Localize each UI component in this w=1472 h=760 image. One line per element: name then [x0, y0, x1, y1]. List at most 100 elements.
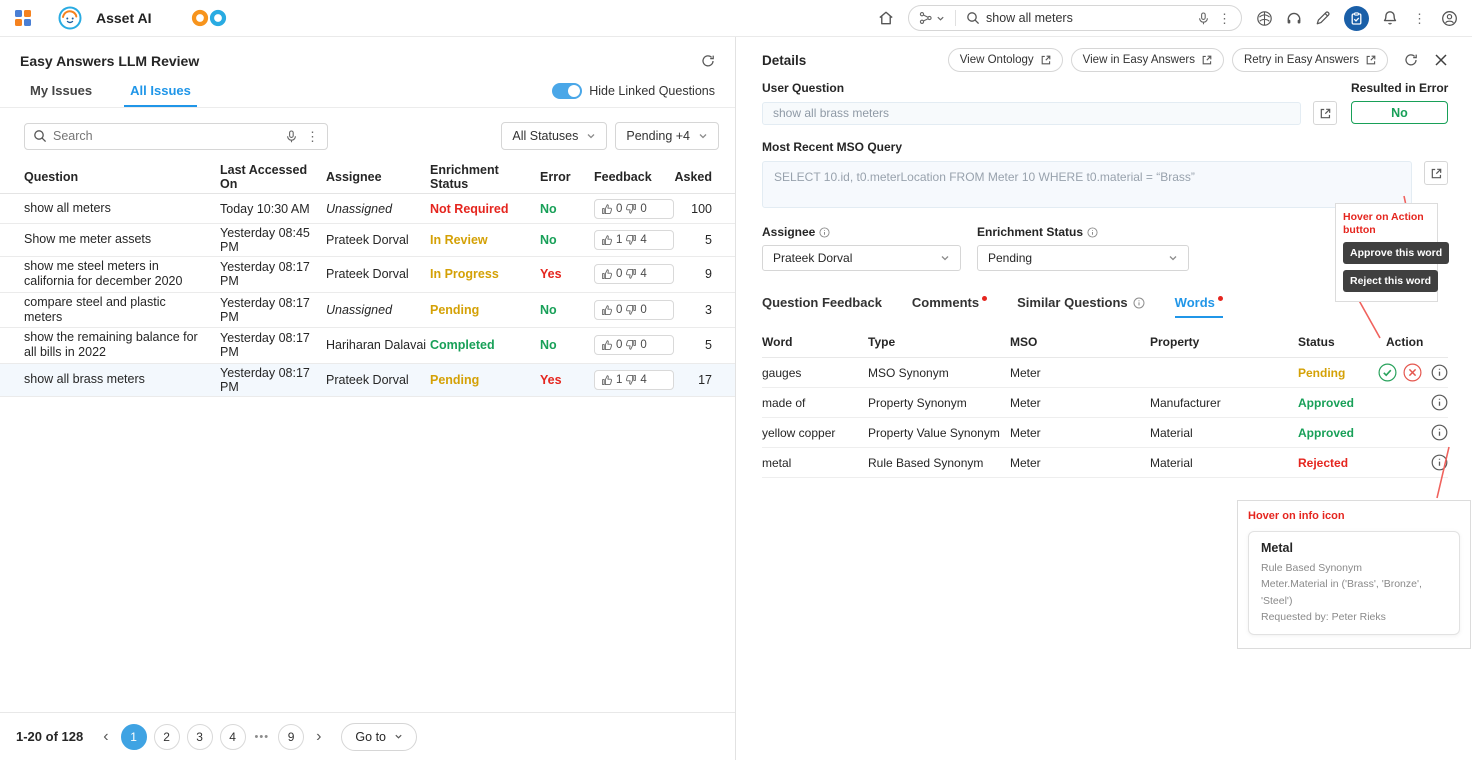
feedback-widget[interactable]: 0 0 — [594, 335, 674, 355]
refresh-icon[interactable] — [701, 54, 715, 68]
status-filter-dropdown[interactable]: All Statuses — [501, 122, 607, 150]
reject-word-button[interactable] — [1403, 363, 1422, 382]
view-in-easy-answers-label: View in Easy Answers — [1083, 54, 1195, 66]
view-in-easy-answers-button[interactable]: View in Easy Answers — [1071, 48, 1224, 72]
info-hover-annotation: Hover on info icon Metal Rule Based Syno… — [1237, 500, 1471, 649]
view-ontology-label: View Ontology — [960, 54, 1034, 66]
table-header: Question Last Accessed On Assignee Enric… — [0, 160, 735, 194]
row-asked: 5 — [674, 338, 718, 352]
col-feedback: Feedback — [594, 170, 674, 184]
tab-question-feedback[interactable]: Question Feedback — [762, 295, 882, 318]
enrichment-status-value: Pending — [988, 251, 1032, 265]
feedback-widget[interactable]: 1 4 — [594, 230, 674, 250]
thumb-up-icon — [601, 304, 613, 316]
tab-my-issues[interactable]: My Issues — [30, 83, 92, 107]
row-enrichment-status: In Progress — [430, 267, 540, 281]
mso-query-label: Most Recent MSO Query — [762, 140, 1448, 154]
row-error: No — [540, 338, 594, 352]
search-icon — [33, 129, 47, 143]
row-question: Show me meter assets — [24, 232, 220, 247]
table-row[interactable]: show the remaining balance for all bills… — [0, 328, 735, 364]
table-row[interactable]: show me steel meters in california for d… — [0, 257, 735, 293]
tab-comments[interactable]: Comments — [912, 295, 987, 318]
col-last-accessed: Last Accessed On — [220, 163, 326, 191]
page-button-3[interactable]: 3 — [187, 724, 213, 750]
home-icon[interactable] — [878, 10, 894, 26]
enrichment-status-select[interactable]: Pending — [977, 245, 1189, 271]
table-row[interactable]: Show me meter assets Yesterday 08:45 PM … — [0, 224, 735, 257]
table-row-selected[interactable]: show all brass meters Yesterday 08:17 PM… — [0, 364, 735, 397]
tab-similar-questions[interactable]: Similar Questions — [1017, 295, 1145, 318]
pagination-ellipsis[interactable]: ••• — [253, 731, 272, 743]
assignee-select[interactable]: Prateek Dorval — [762, 245, 961, 271]
app-title: Asset AI — [96, 10, 152, 26]
info-icon — [819, 227, 830, 238]
pending-filter-dropdown[interactable]: Pending +4 — [615, 122, 719, 150]
mic-icon[interactable] — [285, 130, 298, 143]
info-icon[interactable] — [1431, 394, 1448, 411]
table-search[interactable]: ⋮ — [24, 123, 328, 150]
mso-cell: Meter — [1010, 456, 1150, 470]
status-cell: Rejected — [1298, 456, 1378, 470]
account-icon[interactable] — [1441, 10, 1458, 27]
page-button-4[interactable]: 4 — [220, 724, 246, 750]
assignee-label: Assignee — [762, 225, 815, 239]
mic-icon[interactable] — [1197, 12, 1210, 25]
close-icon[interactable] — [1434, 53, 1448, 67]
approve-this-word-button[interactable]: Approve this word — [1343, 242, 1449, 264]
brain-icon[interactable] — [1256, 10, 1273, 27]
details-refresh-icon[interactable] — [1402, 51, 1420, 69]
chevron-down-icon — [1168, 253, 1178, 263]
headset-icon[interactable] — [1286, 10, 1302, 26]
feedback-widget[interactable]: 0 4 — [594, 264, 674, 284]
search-scope-icon[interactable] — [919, 11, 945, 25]
view-ontology-button[interactable]: View Ontology — [948, 48, 1063, 72]
row-enrichment-status: Not Required — [430, 202, 540, 216]
clipboard-badge-button[interactable] — [1344, 6, 1369, 31]
prev-page-button[interactable]: ‹ — [98, 728, 113, 746]
page-button-1[interactable]: 1 — [121, 724, 147, 750]
next-page-button[interactable]: › — [311, 728, 326, 746]
info-icon[interactable] — [1431, 364, 1448, 381]
row-asked: 9 — [674, 267, 718, 281]
table-search-input[interactable] — [53, 129, 279, 143]
hide-linked-toggle[interactable] — [552, 83, 582, 99]
info-icon[interactable] — [1431, 454, 1448, 471]
word-info-rule: Meter.Material in ('Brass', 'Bronze', 'S… — [1261, 576, 1447, 609]
table-row[interactable]: compare steel and plastic meters Yesterd… — [0, 293, 735, 329]
thumb-down-count: 4 — [640, 374, 646, 386]
app-grid-icon[interactable] — [14, 9, 32, 27]
global-search-input[interactable] — [986, 11, 1191, 25]
status-cell: Pending — [1298, 366, 1378, 380]
feedback-widget[interactable]: 0 0 — [594, 300, 674, 320]
property-cell: Material — [1150, 426, 1298, 440]
pencil-icon[interactable] — [1315, 10, 1331, 26]
page-button-2[interactable]: 2 — [154, 724, 180, 750]
search-kebab-icon[interactable]: ⋮ — [304, 130, 321, 143]
word-info-title: Metal — [1261, 541, 1447, 555]
col-error: Error — [540, 170, 594, 184]
row-last-accessed: Yesterday 08:17 PM — [220, 331, 326, 359]
user-question-input[interactable] — [762, 102, 1301, 125]
divider — [955, 10, 956, 26]
page-button-9[interactable]: 9 — [278, 724, 304, 750]
search-kebab-icon[interactable]: ⋮ — [1216, 12, 1233, 25]
topbar-kebab-icon[interactable]: ⋮ — [1411, 12, 1428, 25]
approve-word-button[interactable] — [1378, 363, 1397, 382]
tab-words[interactable]: Words — [1175, 295, 1223, 318]
feedback-widget[interactable]: 0 0 — [594, 199, 674, 219]
open-question-button[interactable] — [1313, 101, 1337, 125]
table-row[interactable]: show all meters Today 10:30 AM Unassigne… — [0, 194, 735, 224]
retry-in-easy-answers-button[interactable]: Retry in Easy Answers — [1232, 48, 1388, 72]
reject-this-word-button[interactable]: Reject this word — [1343, 270, 1438, 292]
feedback-widget[interactable]: 1 4 — [594, 370, 674, 390]
goto-page-dropdown[interactable]: Go to — [341, 723, 417, 751]
bell-icon[interactable] — [1382, 10, 1398, 26]
resulted-in-error-label: Resulted in Error — [1351, 81, 1448, 95]
tab-all-issues[interactable]: All Issues — [130, 83, 191, 107]
thumb-up-icon — [601, 339, 613, 351]
global-search[interactable]: ⋮ — [908, 5, 1242, 31]
open-query-button[interactable] — [1424, 161, 1448, 185]
row-error: No — [540, 202, 594, 216]
info-icon[interactable] — [1431, 424, 1448, 441]
